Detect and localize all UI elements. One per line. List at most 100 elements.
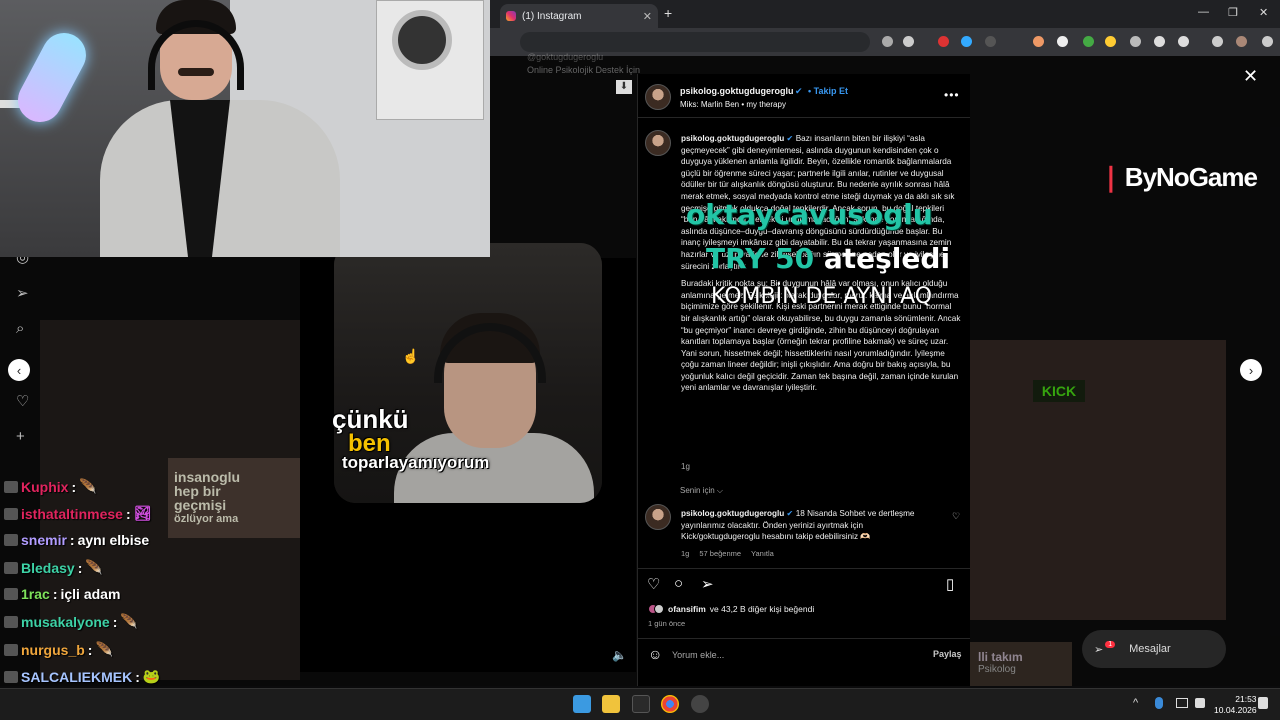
share-icon[interactable]: ➢ [701, 575, 714, 593]
save-icon[interactable]: ▯ [946, 575, 954, 593]
audio-attribution[interactable]: Miks: Marlin Ben • my therapy [680, 100, 786, 109]
address-bar[interactable] [520, 32, 870, 52]
volume-icon[interactable] [1195, 698, 1205, 708]
new-tab-button[interactable]: + [664, 5, 672, 21]
stream-chat: Kuphix: 🪶 isthataltinmese: 🏞 snemir: aynı elb… [0, 470, 300, 688]
author-avatar[interactable] [645, 84, 671, 110]
chat-emote-icon: 🪶 [85, 559, 103, 575]
terminal-icon[interactable] [632, 695, 650, 713]
clock-time: 21:53 [1235, 694, 1257, 704]
extension-icon[interactable] [1033, 36, 1044, 47]
like-icon[interactable]: ♡ [647, 575, 660, 593]
file-explorer-icon[interactable] [602, 695, 620, 713]
next-post-button[interactable]: › [1240, 359, 1262, 381]
chrome-icon[interactable] [661, 695, 679, 713]
liked-by-rest: ve 43,2 B diğer kişi beğendi [709, 604, 815, 614]
emoji-picker-icon[interactable]: ☺ [648, 646, 662, 662]
chat-username[interactable]: 1rac [21, 586, 50, 602]
comment-like-icon[interactable]: ♡ [952, 511, 960, 522]
chat-username[interactable]: SALCALIEKMEK [21, 669, 132, 685]
chat-message: SALCALIEKMEK: 🐸 [4, 668, 160, 685]
chat-username[interactable]: Bledasy [21, 560, 75, 576]
extension-icon[interactable] [1105, 36, 1116, 47]
profile-avatar[interactable] [1236, 36, 1247, 47]
audio-toggle-icon[interactable]: 🔈 [612, 648, 627, 662]
caption-username[interactable]: psikolog.goktugdugeroglu [681, 134, 784, 143]
donation-message: KOMBİN DE AYNI AQ [711, 284, 933, 309]
messages-icon: ➢ [1094, 643, 1104, 656]
flame-icon: ❘ [1100, 162, 1122, 192]
chat-badge-icon [4, 588, 18, 600]
author-username[interactable]: psikolog.goktugdugeroglu [680, 86, 794, 96]
hand-cursor-icon: ☝ [402, 348, 420, 364]
comment-sort-dropdown[interactable]: Senin için ⌵ [680, 486, 723, 496]
caption-author-avatar[interactable] [645, 130, 671, 156]
donation-donor: oktaycavusoglu [686, 198, 933, 231]
close-modal-button[interactable]: ✕ [1243, 66, 1258, 87]
bookmark-star-icon[interactable] [903, 36, 914, 47]
chat-separator: : [125, 505, 131, 522]
puzzle-icon[interactable] [1178, 36, 1189, 47]
mic-tray-icon[interactable] [1155, 697, 1163, 709]
extension-icon[interactable] [1057, 36, 1068, 47]
maximize-button[interactable]: ❐ [1228, 6, 1238, 19]
extension-icon[interactable] [938, 36, 949, 47]
extension-icon[interactable] [985, 36, 996, 47]
messages-bar[interactable]: ➢ 1 Mesajlar [1082, 630, 1226, 668]
chat-badge-icon [4, 643, 18, 656]
shield-icon[interactable] [1154, 36, 1165, 47]
reply-button[interactable]: Yanıtla [751, 549, 774, 558]
bynogame-logo: ❘ ByNoGame [1100, 162, 1258, 193]
cast-icon[interactable] [882, 36, 893, 47]
comment-icon[interactable]: ○ [674, 575, 683, 592]
comment-username[interactable]: psikolog.goktugdugeroglu [681, 509, 784, 518]
tab-instagram[interactable]: (1) Instagram ✕ [500, 4, 658, 28]
chat-username[interactable]: nurgus_b [21, 642, 85, 658]
comment-author-avatar[interactable] [645, 504, 671, 530]
search-icon[interactable]: ⌕ [16, 320, 24, 337]
chat-separator: : [112, 613, 118, 630]
more-options-icon[interactable]: ••• [944, 88, 960, 102]
messages-label: Mesajlar [1129, 643, 1171, 655]
notification-icon[interactable] [1258, 697, 1268, 709]
chat-username[interactable]: Kuphix [21, 479, 68, 495]
donation-action: ateşledi [823, 242, 951, 275]
likes-summary[interactable]: ofansifim ve 43,2 B diğer kişi beğendi [648, 604, 814, 614]
menu-icon[interactable] [1262, 36, 1273, 47]
create-icon[interactable]: + [16, 428, 25, 445]
follow-button[interactable]: • Takip Et [808, 86, 848, 96]
verified-badge-icon: ✔ [786, 134, 794, 143]
comment-likes[interactable]: 57 beğenme [699, 549, 741, 558]
minimize-button[interactable]: — [1198, 6, 1209, 18]
start-icon[interactable] [573, 695, 591, 713]
chat-badge-icon [4, 670, 18, 683]
network-icon[interactable] [1176, 698, 1188, 708]
chat-username[interactable]: snemir [21, 532, 67, 548]
media-icon[interactable] [1212, 36, 1223, 47]
extension-icon[interactable] [961, 36, 972, 47]
liked-by-user[interactable]: ofansifim [668, 604, 706, 614]
post-comment-button[interactable]: Paylaş [933, 649, 962, 659]
notifications-icon[interactable]: ♡ [16, 392, 29, 410]
extension-icon[interactable] [1130, 36, 1141, 47]
chat-username[interactable]: isthataltinmese [21, 506, 123, 522]
clock-date: 10.04.2026 [1214, 705, 1257, 715]
tab-close-icon[interactable]: ✕ [643, 10, 652, 23]
chat-emote-icon: 🐸 [142, 668, 161, 684]
chat-badge-icon [4, 561, 18, 574]
extension-icon[interactable] [1083, 36, 1094, 47]
chat-emote-icon: 🪶 [79, 478, 97, 494]
system-clock[interactable]: 21:53 10.04.2026 [1214, 694, 1257, 716]
previous-post-button[interactable]: ‹ [8, 359, 30, 381]
tray-overflow-icon[interactable]: ^ [1133, 697, 1138, 709]
instagram-icon [506, 11, 516, 21]
messages-icon[interactable]: ➢ [16, 284, 29, 302]
brand-name: ByNoGame [1124, 162, 1258, 192]
comment-input[interactable] [672, 648, 902, 662]
download-icon[interactable]: ⬇ [616, 80, 632, 94]
close-window-button[interactable]: ✕ [1259, 6, 1268, 19]
divider [637, 638, 970, 639]
chat-username[interactable]: musakalyone [21, 614, 110, 630]
chat-message: isthataltinmese: 🏞 [4, 505, 151, 522]
obs-icon[interactable] [691, 695, 709, 713]
